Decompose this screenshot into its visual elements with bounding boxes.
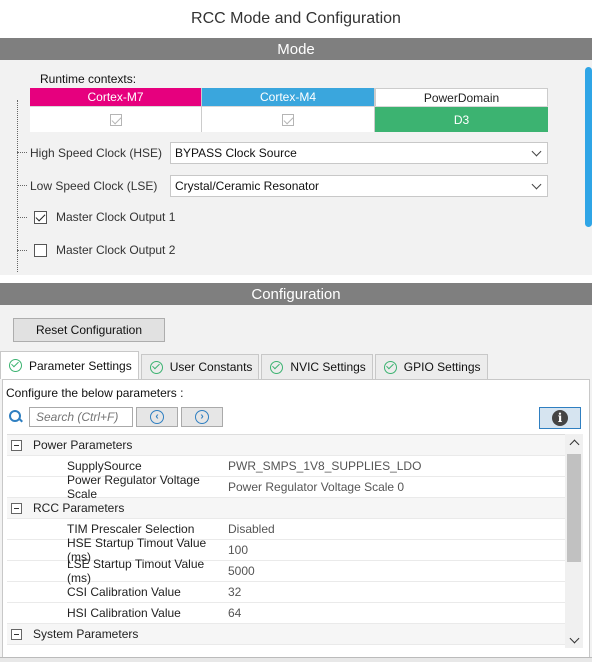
- arrow-right-icon: ›: [195, 410, 209, 424]
- hse-label: High Speed Clock (HSE): [30, 146, 163, 160]
- group-label: Power Parameters: [33, 438, 133, 452]
- tab-label: User Constants: [169, 360, 253, 374]
- mco2-label: Master Clock Output 2: [56, 243, 176, 257]
- context-header: PowerDomain: [375, 88, 548, 106]
- search-input[interactable]: [29, 407, 133, 427]
- search-row: ‹ ›: [9, 407, 223, 427]
- context-cell[interactable]: [30, 106, 201, 132]
- param-value[interactable]: Power Regulator Voltage Scale 0: [224, 480, 404, 494]
- mco1-checkbox[interactable]: [34, 210, 47, 224]
- mco1-row: Master Clock Output 1: [34, 210, 175, 224]
- lse-row: Low Speed Clock (LSE) Crystal/Ceramic Re…: [30, 175, 548, 197]
- hse-value: BYPASS Clock Source: [175, 146, 297, 160]
- context-header: Cortex-M4: [202, 88, 374, 106]
- parameter-settings-panel: Configure the below parameters : ‹ › i P…: [2, 379, 590, 660]
- tree-connector: [17, 152, 27, 153]
- param-name: HSI Calibration Value: [67, 606, 181, 620]
- group-label: System Parameters: [33, 627, 139, 641]
- runtime-contexts-table: Cortex-M7 Cortex-M4 PowerDomain D3: [30, 88, 548, 132]
- lse-select[interactable]: Crystal/Ceramic Resonator: [170, 175, 548, 197]
- mco2-row: Master Clock Output 2: [34, 243, 175, 257]
- hse-row: High Speed Clock (HSE) BYPASS Clock Sour…: [30, 142, 548, 164]
- check-circle-icon: [383, 360, 397, 374]
- mode-scrollbar[interactable]: [584, 62, 592, 275]
- tree-connector: [17, 100, 18, 272]
- context-cortex-m7: Cortex-M7: [30, 88, 202, 132]
- mode-header: Mode: [0, 38, 592, 60]
- configuration-header: Configuration: [0, 283, 592, 305]
- mode-panel: Runtime contexts: Cortex-M7 Cortex-M4 Po…: [0, 60, 592, 275]
- lse-value: Crystal/Ceramic Resonator: [175, 179, 320, 193]
- tab-label: Parameter Settings: [29, 358, 132, 373]
- lse-label: Low Speed Clock (LSE): [30, 179, 158, 193]
- tree-group-power-parameters[interactable]: Power Parameters: [7, 435, 565, 456]
- tab-nvic-settings[interactable]: NVIC Settings: [261, 354, 373, 379]
- configuration-panel: Reset Configuration Parameter Settings U…: [0, 305, 592, 662]
- param-value[interactable]: 100: [224, 543, 248, 557]
- arrow-left-icon: ‹: [150, 410, 164, 424]
- param-value[interactable]: 32: [224, 585, 241, 599]
- context-cell[interactable]: [202, 106, 374, 132]
- reset-configuration-button[interactable]: Reset Configuration: [13, 318, 165, 342]
- collapse-icon[interactable]: [11, 628, 22, 640]
- param-value[interactable]: Disabled: [224, 522, 275, 536]
- instruction-label: Configure the below parameters :: [6, 386, 184, 400]
- table-row[interactable]: CSI Calibration Value 32: [7, 582, 565, 603]
- tab-user-constants[interactable]: User Constants: [140, 354, 260, 379]
- tree-connector: [17, 185, 27, 186]
- check-circle-icon: [270, 360, 284, 374]
- param-name: SupplySource: [67, 459, 142, 473]
- tree-connector: [17, 217, 27, 218]
- param-value[interactable]: 64: [224, 606, 241, 620]
- search-next-button[interactable]: ›: [181, 407, 223, 427]
- scroll-down-icon[interactable]: [565, 632, 583, 648]
- check-icon: [282, 113, 294, 126]
- context-powerdomain: PowerDomain D3: [375, 88, 548, 132]
- info-icon: i: [552, 410, 568, 426]
- parameter-scrollbar[interactable]: [565, 434, 583, 648]
- table-row[interactable]: HSI Calibration Value 64: [7, 603, 565, 624]
- param-value[interactable]: PWR_SMPS_1V8_SUPPLIES_LDO: [224, 459, 421, 473]
- check-icon: [109, 113, 122, 126]
- info-button[interactable]: i: [539, 407, 581, 429]
- window-title: RCC Mode and Configuration: [0, 0, 592, 38]
- chevron-down-icon[interactable]: [525, 176, 547, 196]
- check-circle-icon: [149, 360, 163, 374]
- chevron-down-icon[interactable]: [525, 143, 547, 163]
- mco2-checkbox[interactable]: [34, 243, 47, 257]
- collapse-icon[interactable]: [11, 502, 22, 514]
- scrollbar-thumb[interactable]: [567, 454, 581, 562]
- scroll-up-icon[interactable]: [565, 434, 583, 450]
- param-name: Power Regulator Voltage Scale: [67, 473, 200, 501]
- table-row[interactable]: Power Regulator Voltage Scale Power Regu…: [7, 473, 565, 501]
- collapse-icon[interactable]: [11, 439, 22, 451]
- tab-parameter-settings[interactable]: Parameter Settings: [0, 351, 139, 379]
- search-icon: [9, 410, 23, 424]
- param-name: LSE Startup Timout Value (ms): [67, 557, 205, 585]
- hse-select[interactable]: BYPASS Clock Source: [170, 142, 548, 164]
- context-header: Cortex-M7: [30, 88, 201, 106]
- search-previous-button[interactable]: ‹: [136, 407, 178, 427]
- config-tabs: Parameter Settings User Constants NVIC S…: [0, 351, 490, 379]
- tab-label: NVIC Settings: [290, 360, 366, 374]
- check-circle-icon: [9, 359, 22, 372]
- tab-label: GPIO Settings: [403, 360, 481, 374]
- param-name: TIM Prescaler Selection: [67, 522, 195, 536]
- parameter-tree: Power Parameters SupplySource PWR_SMPS_1…: [7, 434, 565, 648]
- group-label: RCC Parameters: [33, 501, 125, 515]
- tree-group-system-parameters[interactable]: System Parameters: [7, 624, 565, 645]
- bottom-divider: [0, 657, 592, 662]
- runtime-contexts-label: Runtime contexts:: [40, 72, 137, 86]
- tab-gpio-settings[interactable]: GPIO Settings: [374, 354, 488, 379]
- tree-group-rcc-parameters[interactable]: RCC Parameters: [7, 498, 565, 519]
- table-row[interactable]: LSE Startup Timout Value (ms) 5000: [7, 557, 565, 585]
- param-value[interactable]: 5000: [224, 564, 255, 578]
- context-cortex-m4: Cortex-M4: [202, 88, 375, 132]
- tree-connector: [17, 250, 27, 251]
- param-name: CSI Calibration Value: [67, 585, 181, 599]
- context-cell-value[interactable]: D3: [375, 106, 548, 132]
- scrollbar-thumb[interactable]: [585, 67, 592, 227]
- mco1-label: Master Clock Output 1: [56, 210, 176, 224]
